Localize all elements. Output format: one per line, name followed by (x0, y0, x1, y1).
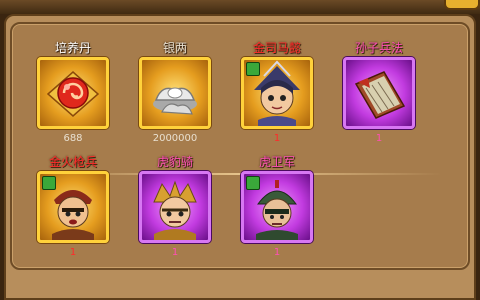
item-name: 虎豹骑 (156, 155, 193, 169)
reward-item-hubaoqi[interactable]: 虎豹骑 1 (130, 154, 220, 272)
card-badge-icon (42, 176, 56, 190)
art-of-war-scroll-icon (354, 71, 406, 119)
item-tile[interactable] (241, 57, 313, 129)
item-tile[interactable] (241, 171, 313, 243)
item-tile[interactable] (139, 171, 211, 243)
title-bar (0, 0, 480, 14)
item-name: 虎卫军 (258, 155, 295, 169)
item-name: 孙子兵法 (354, 41, 403, 55)
item-count: 1 (375, 133, 383, 144)
red-swirl-orb-icon (46, 71, 100, 117)
silver-ingots-icon (153, 87, 197, 115)
item-tile[interactable] (139, 57, 211, 129)
item-count: 2000000 (152, 133, 198, 144)
item-tile[interactable] (343, 57, 415, 129)
reward-item-sunzi-bingfa[interactable]: 孙子兵法 1 (334, 40, 424, 158)
reward-item-jin-sima-yi[interactable]: 金司马懿 1 (232, 40, 322, 158)
item-count: 1 (171, 247, 179, 258)
item-count: 1 (273, 133, 281, 144)
item-name: 银两 (162, 41, 187, 55)
reward-item-peiyangdan[interactable]: 培养丹 688 (28, 40, 118, 158)
reward-item-huweijun[interactable]: 虎卫军 1 (232, 154, 322, 272)
reward-item-yinliang[interactable]: 银两 2000000 (130, 40, 220, 158)
item-count: 1 (273, 247, 281, 258)
tiger-cavalry-portrait-icon (153, 180, 197, 240)
item-name: 培养丹 (54, 41, 91, 55)
item-count: 688 (63, 133, 83, 144)
window-title (200, 0, 280, 11)
item-count: 1 (69, 247, 77, 258)
reward-item-jin-huoqiangbing[interactable]: 金火枪兵 1 (28, 154, 118, 272)
item-tile[interactable] (37, 171, 109, 243)
reward-panel: 培养丹 688 银两 2000000 金司马懿 1 孙子兵法 1 金火枪兵 1 … (10, 22, 470, 270)
item-name: 金火枪兵 (48, 155, 97, 169)
close-button[interactable] (444, 0, 480, 10)
item-name: 金司马懿 (252, 41, 301, 55)
card-badge-icon (246, 176, 260, 190)
card-badge-icon (246, 62, 260, 76)
item-tile[interactable] (37, 57, 109, 129)
